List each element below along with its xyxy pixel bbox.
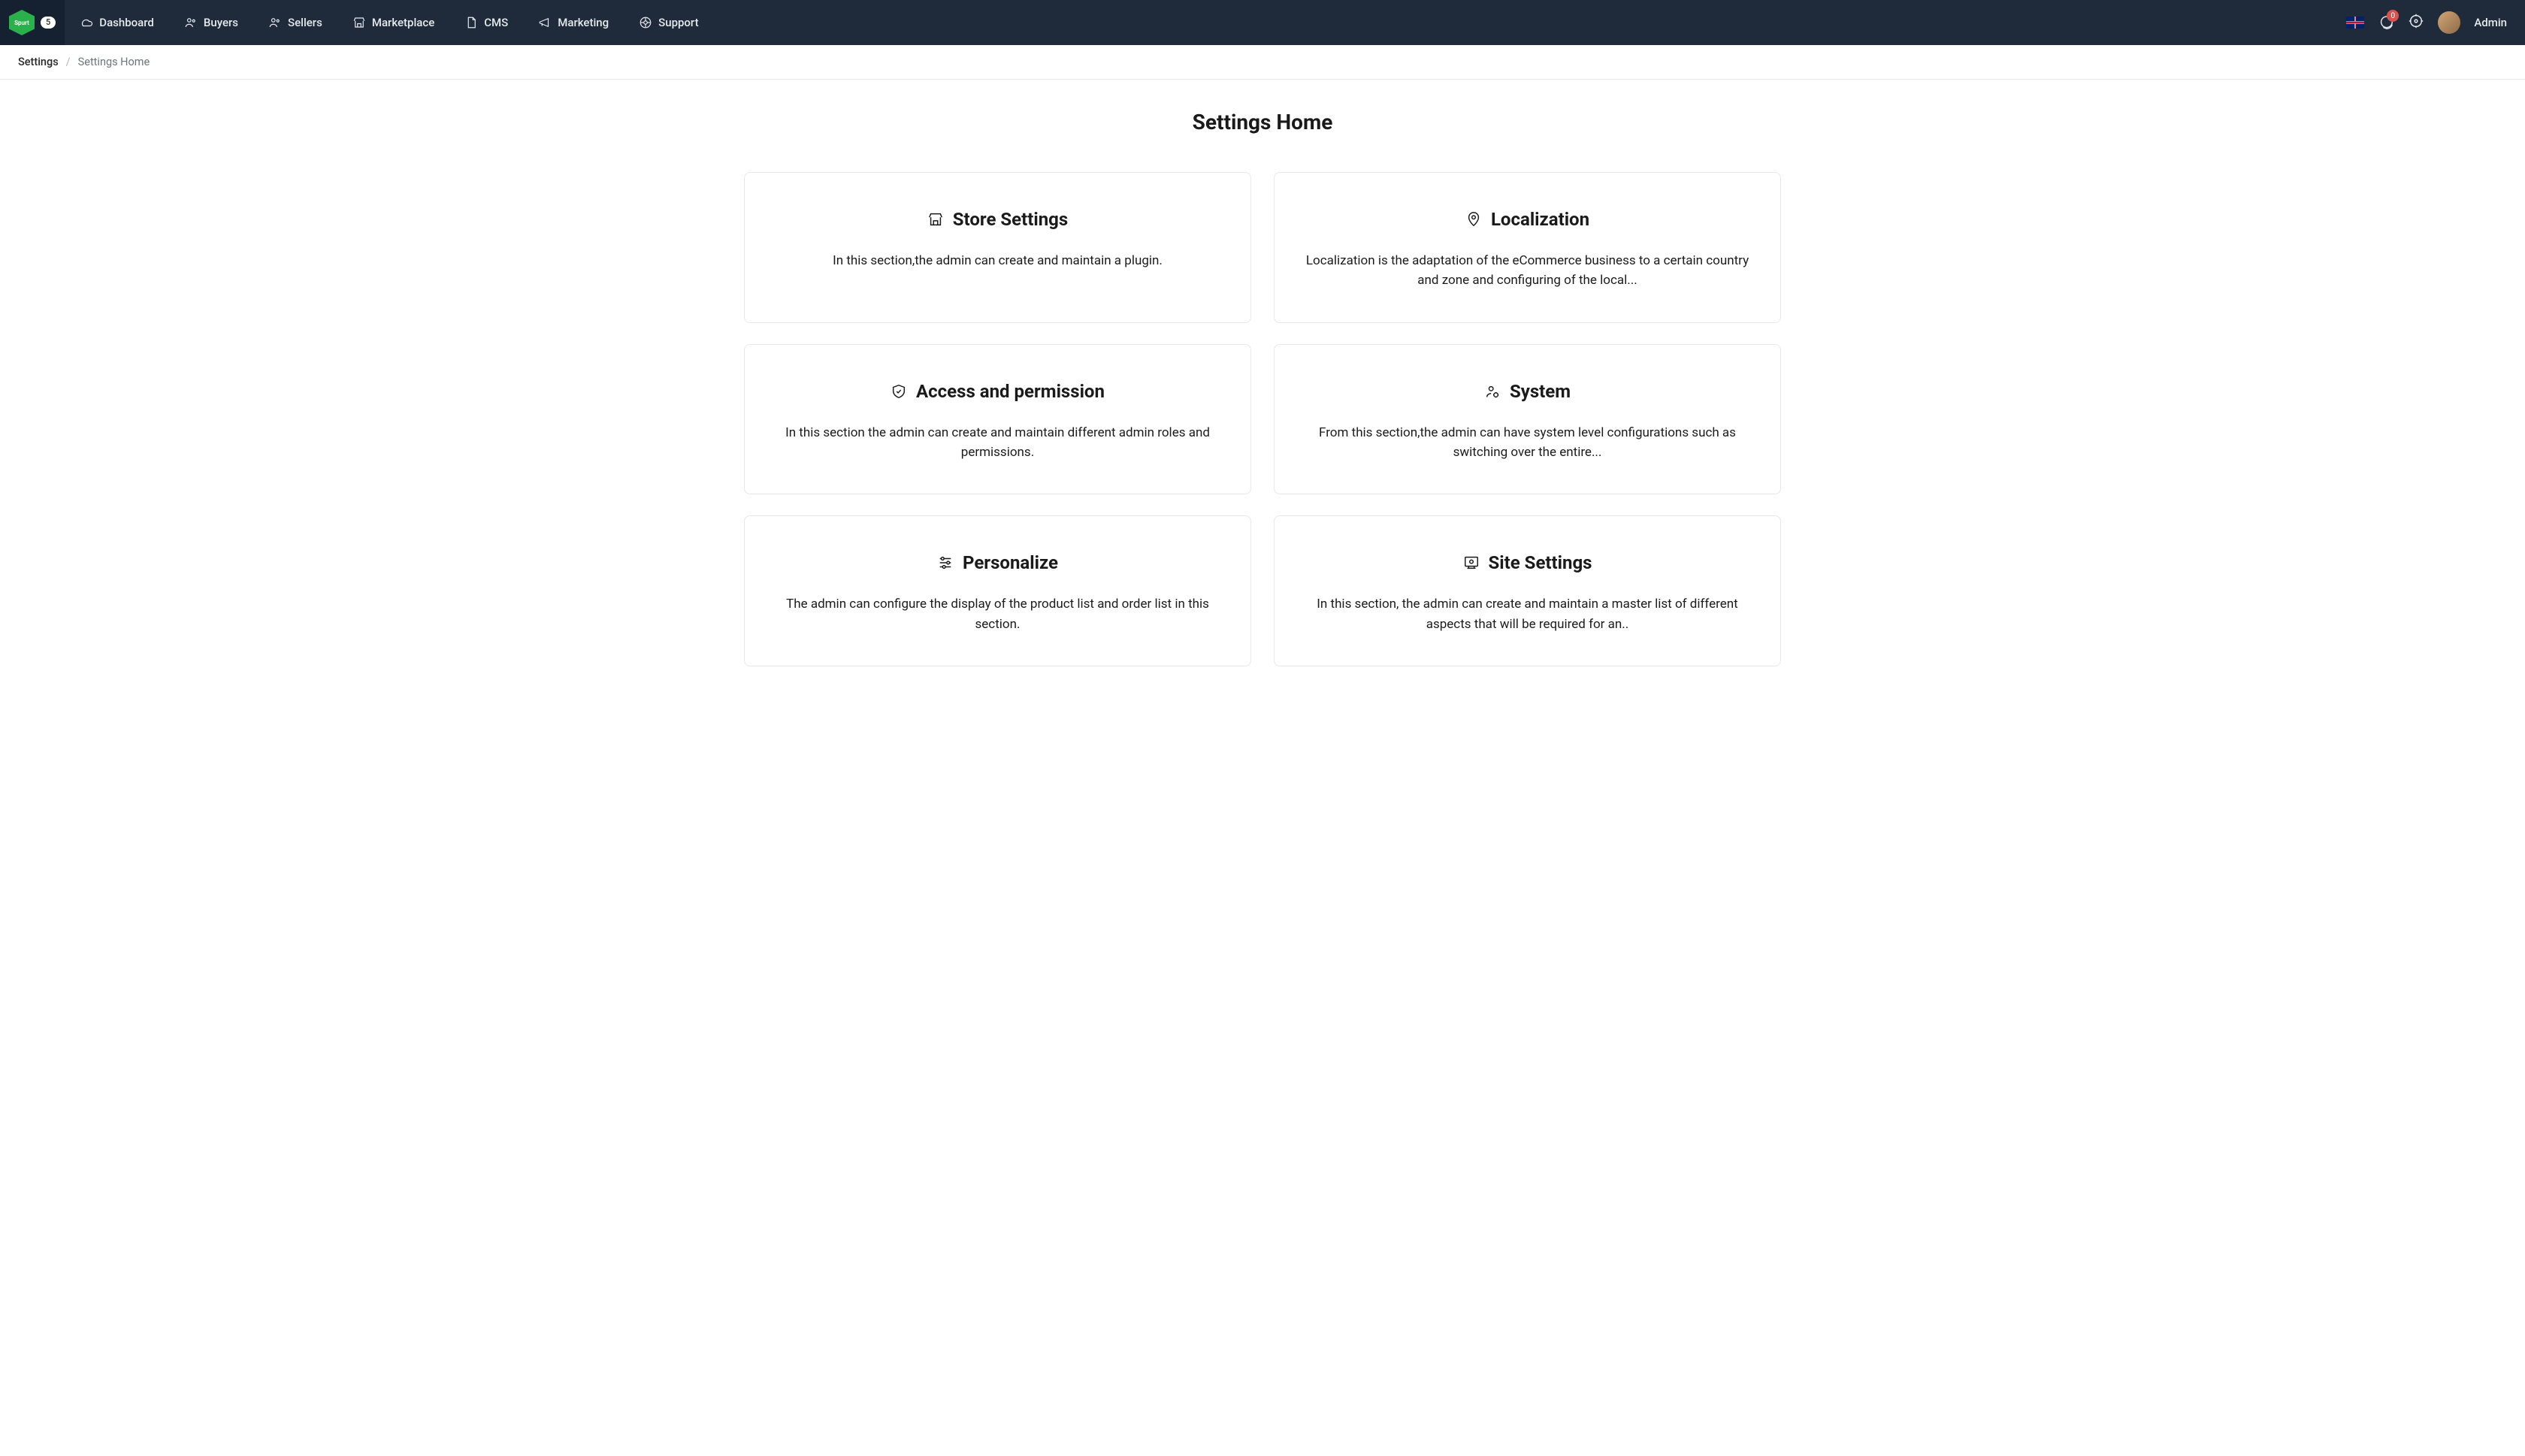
- sliders-icon: [937, 554, 954, 571]
- card-title: Localization: [1491, 209, 1589, 230]
- user-gear-icon: [1484, 383, 1501, 400]
- card-title: Store Settings: [953, 209, 1068, 230]
- nav-label: Marketing: [558, 16, 609, 29]
- nav-label: Marketplace: [372, 16, 434, 29]
- cms-icon: [464, 16, 478, 29]
- card-title: Personalize: [963, 552, 1058, 573]
- megaphone-icon: [538, 16, 552, 29]
- breadcrumb: Settings / Settings Home: [0, 45, 2525, 80]
- nav-label: Support: [658, 16, 698, 29]
- main: Settings Home Store Settings In this sec…: [0, 80, 2525, 696]
- avatar[interactable]: [2438, 11, 2460, 34]
- card-header: Localization: [1297, 209, 1758, 230]
- sellers-icon: [268, 16, 282, 29]
- card-title: System: [1510, 381, 1571, 402]
- card-header: Site Settings: [1297, 552, 1758, 573]
- marketplace-icon: [352, 16, 366, 29]
- card-personalize[interactable]: Personalize The admin can configure the …: [744, 515, 1251, 666]
- monitor-icon: [1463, 554, 1480, 571]
- card-access-permission[interactable]: Access and permission In this section th…: [744, 344, 1251, 495]
- card-desc: In this section,the admin can create and…: [767, 251, 1228, 270]
- nav-label: Sellers: [288, 16, 322, 29]
- card-localization[interactable]: Localization Localization is the adaptat…: [1274, 172, 1781, 323]
- logo[interactable]: Spurt 5: [0, 0, 65, 45]
- chat-badge: 0: [2387, 10, 2399, 22]
- store-icon: [927, 211, 944, 228]
- main-nav: Dashboard Buyers Sellers Marketplace CMS: [65, 0, 2346, 45]
- header: Spurt 5 Dashboard Buyers Sellers Marke: [0, 0, 2525, 45]
- settings-cards-grid: Store Settings In this section,the admin…: [744, 172, 1781, 666]
- card-desc: From this section,the admin can have sys…: [1297, 423, 1758, 463]
- chat-icon[interactable]: 0: [2378, 14, 2394, 31]
- breadcrumb-current: Settings Home: [78, 56, 150, 68]
- card-desc: In this section, the admin can create an…: [1297, 594, 1758, 634]
- breadcrumb-separator: /: [66, 56, 71, 68]
- breadcrumb-root[interactable]: Settings: [18, 56, 59, 68]
- card-desc: In this section the admin can create and…: [767, 423, 1228, 463]
- nav-marketplace[interactable]: Marketplace: [337, 0, 449, 45]
- card-desc: The admin can configure the display of t…: [767, 594, 1228, 634]
- logo-version-badge: 5: [41, 17, 56, 29]
- nav-cms[interactable]: CMS: [449, 0, 523, 45]
- buyers-icon: [184, 16, 198, 29]
- card-title: Access and permission: [916, 381, 1105, 402]
- header-right: 0 Admin: [2346, 11, 2516, 34]
- card-system[interactable]: System From this section,the admin can h…: [1274, 344, 1781, 495]
- shield-check-icon: [891, 383, 907, 400]
- card-site-settings[interactable]: Site Settings In this section, the admin…: [1274, 515, 1781, 666]
- nav-label: Dashboard: [99, 16, 154, 29]
- user-name[interactable]: Admin: [2474, 16, 2507, 29]
- card-header: Access and permission: [767, 381, 1228, 402]
- support-icon: [639, 16, 652, 29]
- nav-label: Buyers: [204, 16, 238, 29]
- spurt-logo-icon: Spurt: [9, 10, 35, 35]
- card-title: Site Settings: [1489, 552, 1592, 573]
- nav-buyers[interactable]: Buyers: [169, 0, 253, 45]
- settings-target-icon[interactable]: [2408, 13, 2424, 32]
- card-store-settings[interactable]: Store Settings In this section,the admin…: [744, 172, 1251, 323]
- page-title: Settings Home: [45, 110, 2480, 134]
- nav-marketing[interactable]: Marketing: [523, 0, 624, 45]
- card-header: System: [1297, 381, 1758, 402]
- card-header: Personalize: [767, 552, 1228, 573]
- card-desc: Localization is the adaptation of the eC…: [1297, 251, 1758, 291]
- nav-label: CMS: [484, 16, 508, 29]
- cloud-icon: [80, 16, 93, 29]
- pin-icon: [1465, 211, 1482, 228]
- nav-support[interactable]: Support: [624, 0, 713, 45]
- nav-dashboard[interactable]: Dashboard: [65, 0, 169, 45]
- card-header: Store Settings: [767, 209, 1228, 230]
- language-flag-uk[interactable]: [2346, 17, 2364, 29]
- nav-sellers[interactable]: Sellers: [253, 0, 337, 45]
